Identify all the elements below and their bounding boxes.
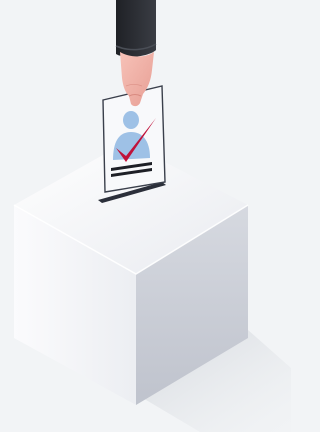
- ballot-illustration: [13, 0, 291, 432]
